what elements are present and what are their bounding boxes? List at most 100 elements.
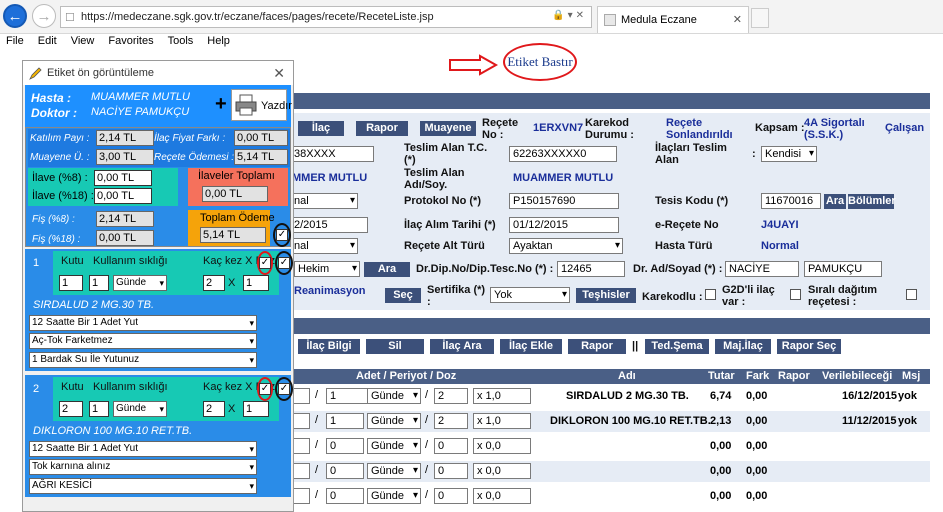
menu-favorites[interactable]: Favorites	[108, 34, 153, 50]
row-periyot-select[interactable]: Günde	[367, 488, 421, 504]
usage-select-3[interactable]: 1 Bardak Su İle Yutunuz	[29, 352, 257, 368]
left-date-input[interactable]: 2/2015	[290, 217, 368, 233]
row-doz1-input[interactable]: 2	[434, 388, 468, 404]
ted-sema-button[interactable]: Ted.Şema	[645, 339, 709, 354]
dr-ad-input[interactable]: NACİYE	[725, 261, 799, 277]
table-row[interactable]: / Günde 1 / 2 x 1,0 DIKLORON 100 MG.10 R…	[290, 411, 930, 432]
bolumler-button[interactable]: Bölümler	[848, 194, 896, 209]
menu-edit[interactable]: Edit	[38, 34, 57, 50]
sec-button[interactable]: Seç	[385, 288, 421, 303]
row-doz1-input[interactable]: 0	[434, 438, 468, 454]
teshisler-button[interactable]: Teşhisler	[576, 288, 636, 303]
row-doz2-input[interactable]: x 0,0	[473, 463, 531, 479]
row-doz1-input[interactable]: 2	[434, 413, 468, 429]
menu-view[interactable]: View	[71, 34, 95, 50]
alt-turu-select[interactable]: Ayaktan	[509, 238, 623, 254]
address-bar[interactable]: ☐ https://medeczane.sgk.gov.tr/eczane/fa…	[60, 6, 592, 28]
kullanim-period-select[interactable]: Günde	[113, 401, 167, 417]
kac-input[interactable]: 2	[203, 401, 225, 417]
sertifika-select[interactable]: Yok	[490, 287, 570, 303]
ilac-ara-button[interactable]: İlaç Ara	[430, 339, 494, 354]
teslim-tc-input[interactable]: 62263XXXXX0	[509, 146, 617, 162]
left-select-2[interactable]: nal	[290, 238, 358, 254]
table-row[interactable]: / 0 Günde / 0 x 0,0 0,00 0,00	[290, 461, 930, 482]
usage-select-3[interactable]: AĞRI KESİCİ	[29, 478, 257, 494]
kullanim-count-input[interactable]: 1	[89, 401, 109, 417]
row-periyot-select[interactable]: Günde	[367, 438, 421, 454]
row-doz2-input[interactable]: x 0,0	[473, 438, 531, 454]
dr-soyad-input[interactable]: PAMUKÇU	[804, 261, 882, 277]
med-print-checkbox[interactable]: ✓	[259, 257, 271, 269]
tesis-ara-button[interactable]: Ara	[824, 194, 846, 209]
row-adet-input[interactable]: 0	[326, 438, 364, 454]
ilave18-value[interactable]: 0,00 TL	[94, 188, 152, 204]
rapor-sec-button[interactable]: Rapor Seç	[777, 339, 841, 354]
tab-close-icon[interactable]: ✕	[733, 13, 742, 26]
kutu-input[interactable]: 2	[59, 401, 83, 417]
rapor-button[interactable]: Rapor	[356, 121, 408, 136]
ilac-teslim-select[interactable]: Kendisi	[761, 146, 817, 162]
left-select-1[interactable]: nal	[290, 193, 358, 209]
hasta-tc-input[interactable]: 38XXXX	[290, 146, 374, 162]
sirali-checkbox[interactable]	[906, 289, 917, 300]
doz-input[interactable]: 1	[243, 401, 269, 417]
row-doz1-input[interactable]: 0	[434, 488, 468, 504]
browser-tab[interactable]: Medula Eczane ✕	[597, 6, 749, 33]
row-adet-input[interactable]: 1	[326, 413, 364, 429]
alim-tarihi-input[interactable]: 01/12/2015	[509, 217, 619, 233]
forward-button[interactable]: →	[32, 4, 56, 28]
row-doz1-input[interactable]: 0	[434, 463, 468, 479]
ilac-ekle-button[interactable]: İlaç Ekle	[500, 339, 562, 354]
dip-no-input[interactable]: 12465	[557, 261, 625, 277]
new-tab-button[interactable]	[751, 8, 769, 28]
hekim-ara-button[interactable]: Ara	[364, 262, 410, 277]
dialog-close-icon[interactable]: ✕	[273, 61, 285, 85]
row-adet-input[interactable]: 0	[326, 488, 364, 504]
row-periyot-select[interactable]: Günde	[367, 413, 421, 429]
doz-input[interactable]: 1	[243, 275, 269, 291]
g2d-checkbox[interactable]	[790, 289, 801, 300]
usage-select-2[interactable]: Tok karnına alınız	[29, 459, 257, 475]
menu-file[interactable]: File	[6, 34, 24, 50]
maj-ilac-button[interactable]: Maj.İlaç	[715, 339, 771, 354]
table-row[interactable]: / 0 Günde / 0 x 0,0 0,00 0,00	[290, 486, 930, 507]
yazdir-button[interactable]: Yazdır	[231, 89, 292, 121]
back-button[interactable]: ←	[3, 4, 27, 28]
tesis-input[interactable]: 11670016	[761, 193, 821, 209]
add-plus-button[interactable]: +	[215, 93, 227, 116]
calisan-link[interactable]: Çalışan	[885, 122, 924, 134]
row-doz2-input[interactable]: x 1,0	[473, 388, 531, 404]
ilac-bilgi-button[interactable]: İlaç Bilgi	[298, 339, 360, 354]
etiket-bastir-link[interactable]: Etiket Bastır	[503, 43, 577, 81]
kullanim-count-input[interactable]: 1	[89, 275, 109, 291]
ilave8-value[interactable]: 0,00 TL	[94, 170, 152, 186]
med-select-checkbox[interactable]: ✓	[278, 257, 290, 269]
toolbar-rapor-button[interactable]: Rapor	[568, 339, 626, 354]
ilac-button[interactable]: İlaç	[298, 121, 344, 136]
med-print-checkbox[interactable]: ✓	[259, 383, 271, 395]
hekim-select[interactable]: Hekim	[294, 261, 360, 277]
menu-help[interactable]: Help	[207, 34, 230, 50]
row-adet-input[interactable]: 0	[326, 463, 364, 479]
kullanim-period-select[interactable]: Günde	[113, 275, 167, 291]
select-all-checkbox[interactable]: ✓	[276, 229, 288, 241]
med-select-checkbox[interactable]: ✓	[278, 383, 290, 395]
table-row[interactable]: / 1 / Günde / 2 x 1,0 SIRDALUD 2 MG.30 T…	[290, 386, 930, 407]
table-row[interactable]: / 0 Günde / 0 x 0,0 0,00 0,00	[290, 436, 930, 457]
usage-select-1[interactable]: 12 Saatte Bir 1 Adet Yut	[29, 315, 257, 331]
muayene-button[interactable]: Muayene	[420, 121, 476, 136]
row-periyot-select[interactable]: Günde	[367, 463, 421, 479]
protokol-input[interactable]: P150157690	[509, 193, 619, 209]
usage-select-1[interactable]: 12 Saatte Bir 1 Adet Yut	[29, 441, 257, 457]
kac-input[interactable]: 2	[203, 275, 225, 291]
kutu-input[interactable]: 1	[59, 275, 83, 291]
karekodlu-checkbox[interactable]	[705, 289, 716, 300]
dialog-titlebar[interactable]: Etiket ön görüntüleme ✕	[23, 61, 293, 85]
row-periyot-select[interactable]: Günde	[367, 388, 421, 404]
menu-tools[interactable]: Tools	[168, 34, 194, 50]
row-doz2-input[interactable]: x 0,0	[473, 488, 531, 504]
row-doz2-input[interactable]: x 1,0	[473, 413, 531, 429]
sil-button[interactable]: Sil	[366, 339, 424, 354]
usage-select-2[interactable]: Aç-Tok Farketmez	[29, 333, 257, 349]
address-actions-icon[interactable]: 🔒▾✕	[552, 10, 587, 21]
